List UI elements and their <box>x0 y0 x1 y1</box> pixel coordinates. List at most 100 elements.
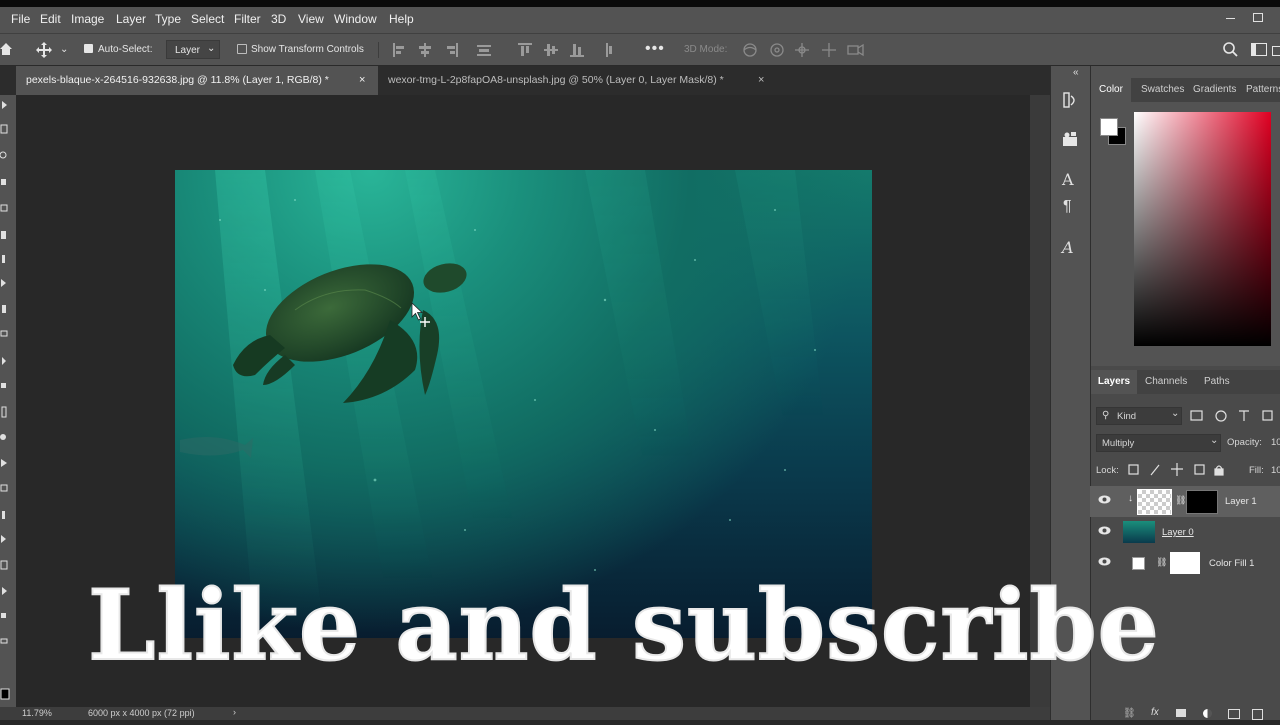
link-icon[interactable]: ⛓ <box>1175 495 1186 506</box>
menu-image[interactable]: Image <box>71 12 104 26</box>
layer-thumbnail[interactable] <box>1137 489 1172 515</box>
chevron-down-icon: ⌄ <box>207 43 216 54</box>
glyphs-icon[interactable]: A <box>1062 240 1074 256</box>
minimize-icon[interactable] <box>1226 18 1235 19</box>
chevron-down-icon: ⌄ <box>1210 435 1219 446</box>
options-bar: ⌄ Auto-Select: Layer ⌄ Show Transform Co… <box>0 33 1280 66</box>
share-icon[interactable] <box>1272 46 1280 56</box>
menu-select[interactable]: Select <box>191 12 224 26</box>
show-transform-checkbox[interactable] <box>237 44 247 54</box>
blend-mode-value: Multiply <box>1102 438 1135 449</box>
chevron-down-icon: ⌄ <box>1171 408 1180 419</box>
adjustments-icon[interactable] <box>1062 131 1078 147</box>
more-options-icon[interactable]: ••• <box>645 40 665 58</box>
menu-filter[interactable]: Filter <box>234 12 261 26</box>
tab-label: pexels-blaque-x-264516-932638.jpg @ 11.8… <box>26 74 329 86</box>
foreground-color-swatch[interactable] <box>1100 118 1118 136</box>
overlay-caption: Llike and subscribe <box>87 569 1160 682</box>
layer-row-layer-1[interactable]: ↓ ⛓ Layer 1 <box>1090 486 1280 517</box>
align-icons[interactable] <box>393 43 513 57</box>
distribute-icons[interactable] <box>518 43 618 57</box>
menu-view[interactable]: View <box>298 12 324 26</box>
filter-kind-value: Kind <box>1117 411 1137 422</box>
paragraph-icon[interactable]: ¶ <box>1063 199 1072 215</box>
opacity-label: Opacity: <box>1227 437 1262 448</box>
auto-select-label: Auto-Select: <box>98 44 153 55</box>
history-icon[interactable] <box>1062 92 1078 108</box>
new-group-icon[interactable] <box>1228 709 1240 719</box>
layer-filter-icons[interactable] <box>1190 409 1280 423</box>
auto-select-value: Layer <box>175 45 201 56</box>
character-icon[interactable]: A <box>1062 172 1074 188</box>
eye-icon[interactable] <box>1098 557 1111 566</box>
menu-edit[interactable]: Edit <box>40 12 61 26</box>
auto-select-checkbox[interactable] <box>84 44 93 53</box>
move-tool-icon[interactable] <box>36 42 52 58</box>
tab-swatches[interactable]: Swatches <box>1141 78 1184 102</box>
status-bar: 11.79% 6000 px x 4000 px (72 ppi) › <box>0 707 1050 720</box>
color-picker-field[interactable] <box>1134 112 1271 346</box>
tools-panel <box>0 95 16 720</box>
menu-type[interactable]: Type <box>155 12 181 26</box>
menu-window[interactable]: Window <box>334 12 377 26</box>
tab-paths[interactable]: Paths <box>1204 370 1230 394</box>
menu-bar: File Edit Image Layer Type Select Filter… <box>0 7 1280 33</box>
tab-color[interactable]: Color <box>1091 78 1131 102</box>
tab-pexels-document[interactable]: pexels-blaque-x-264516-932638.jpg @ 11.8… <box>16 66 378 95</box>
link-layers-icon[interactable]: ⛓ <box>1123 708 1136 719</box>
tab-label: wexor-tmg-L-2p8fapOA8-unsplash.jpg @ 50%… <box>388 74 724 86</box>
close-icon[interactable]: × <box>359 66 365 95</box>
tab-layers[interactable]: Layers <box>1091 370 1137 394</box>
adjustment-layer-icon[interactable] <box>1203 709 1212 718</box>
document-tab-bar: pexels-blaque-x-264516-932638.jpg @ 11.8… <box>0 66 1050 95</box>
lock-label: Lock: <box>1096 465 1119 476</box>
document-size: 6000 px x 4000 px (72 ppi) <box>88 708 195 718</box>
tab-patterns[interactable]: Patterns <box>1246 78 1280 102</box>
tab-wexor-document[interactable]: wexor-tmg-L-2p8fapOA8-unsplash.jpg @ 50%… <box>378 66 776 95</box>
tab-channels[interactable]: Channels <box>1145 370 1187 394</box>
layer-mask-thumbnail[interactable] <box>1186 490 1218 514</box>
restore-icon[interactable] <box>1253 13 1263 22</box>
title-strip <box>0 0 1280 7</box>
close-icon[interactable]: × <box>758 66 764 95</box>
chevron-right-icon[interactable]: › <box>233 707 236 717</box>
layer-mask-thumbnail[interactable] <box>1170 552 1200 574</box>
eye-icon[interactable] <box>1098 526 1111 535</box>
new-layer-icon[interactable] <box>1252 709 1263 720</box>
zoom-level[interactable]: 11.79% <box>22 708 52 718</box>
eye-icon[interactable] <box>1098 495 1111 504</box>
clip-arrow-icon: ↓ <box>1128 493 1133 504</box>
layers-footer-icons[interactable]: ⛓ fx <box>1115 707 1280 720</box>
document-canvas-image[interactable] <box>175 170 872 638</box>
lock-icons[interactable] <box>1127 463 1227 477</box>
opacity-value[interactable]: 10 <box>1271 437 1280 448</box>
menu-help[interactable]: Help <box>389 12 414 26</box>
menu-3d[interactable]: 3D <box>271 12 286 26</box>
3d-mode-icons[interactable] <box>742 42 866 58</box>
tool-icons[interactable] <box>0 95 16 720</box>
add-mask-icon[interactable] <box>1176 709 1186 717</box>
3d-mode-label: 3D Mode: <box>684 44 728 55</box>
menu-file[interactable]: File <box>11 12 30 26</box>
fill-label: Fill: <box>1249 465 1264 476</box>
layer-name: Layer 0 <box>1162 527 1194 538</box>
menu-layer[interactable]: Layer <box>116 12 146 26</box>
fx-icon[interactable]: fx <box>1151 707 1159 718</box>
show-transform-label: Show Transform Controls <box>251 44 364 55</box>
chevron-down-icon[interactable]: ⌄ <box>60 44 68 55</box>
search-icon[interactable] <box>1223 42 1238 57</box>
fill-value[interactable]: 10 <box>1271 465 1280 476</box>
blend-mode-dropdown[interactable]: Multiply ⌄ <box>1096 434 1221 452</box>
layer-thumbnail[interactable] <box>1123 521 1155 543</box>
color-panel: Color Swatches Gradients Patterns <box>1090 66 1280 366</box>
auto-select-dropdown[interactable]: Layer ⌄ <box>166 40 220 59</box>
link-icon[interactable]: ⛓ <box>1156 557 1167 568</box>
cursor-move-icon <box>411 302 430 327</box>
home-icon[interactable] <box>0 43 12 55</box>
workspace-icon[interactable] <box>1251 43 1267 56</box>
tab-gradients[interactable]: Gradients <box>1193 78 1236 102</box>
layer-row-layer-0[interactable]: Layer 0 <box>1090 517 1280 548</box>
divider <box>378 42 379 58</box>
layer-filter-dropdown[interactable]: ⚲ Kind ⌄ <box>1096 407 1182 425</box>
collapse-panels-icon[interactable]: « <box>1073 68 1079 78</box>
